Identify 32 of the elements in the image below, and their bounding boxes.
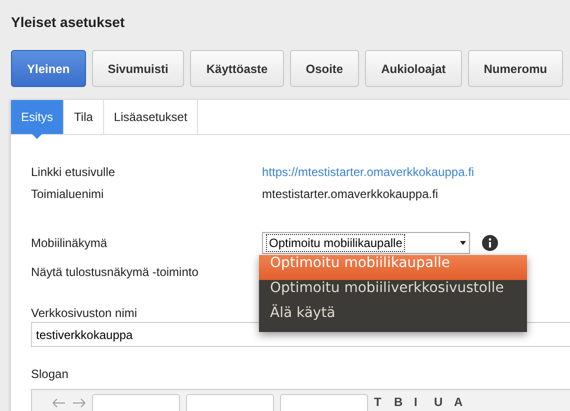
menu-item[interactable]: Optimoitu mobiiliverkkosivustolle [259,280,527,305]
field-value: mtestistarter.omaverkkokauppa.fi [262,187,440,201]
pointer-icon [32,134,42,139]
format-button[interactable]: B [394,396,408,409]
field-label: Slogan [31,367,68,381]
section-button[interactable]: Sivumuisti [92,50,184,87]
info-icon[interactable] [482,235,498,251]
section-button[interactable]: Osoite [290,50,360,87]
format-button[interactable]: I [414,396,428,409]
section-button[interactable]: Numeromu [468,50,564,87]
redo-icon[interactable] [72,398,86,408]
font-dropdown[interactable] [186,394,274,411]
undo-icon[interactable] [52,398,66,408]
size-dropdown[interactable] [280,394,368,411]
tab[interactable]: Lisäasetukset [104,100,198,134]
homepage-link[interactable]: https://mtestistarter.omaverkkokauppa.fi [262,165,570,179]
section-button[interactable]: Yleinen [11,50,86,87]
format-button[interactable]: T [374,396,388,409]
format-button[interactable]: U [434,396,448,409]
field-label: Linkki etusivulle [31,165,116,179]
page-title: Yleiset asetukset [11,14,125,30]
field-label: Toimialuenimi [31,187,104,201]
mobile-view-select[interactable]: Optimoitu mobiilikaupalle [262,232,470,254]
format-button[interactable]: A [454,396,468,409]
field-label: Verkkosivuston nimi [31,306,138,320]
field-label: Mobiilinäkymä [31,236,108,250]
field-label: Näytä tulostusnäkymä -toiminto [31,264,198,281]
section-button[interactable]: Käyttöaste [190,50,284,87]
tab[interactable]: Tila [64,100,104,134]
style-dropdown[interactable] [92,394,180,411]
section-button[interactable]: Aukioloajat [365,50,462,87]
caret-icon [460,241,466,245]
